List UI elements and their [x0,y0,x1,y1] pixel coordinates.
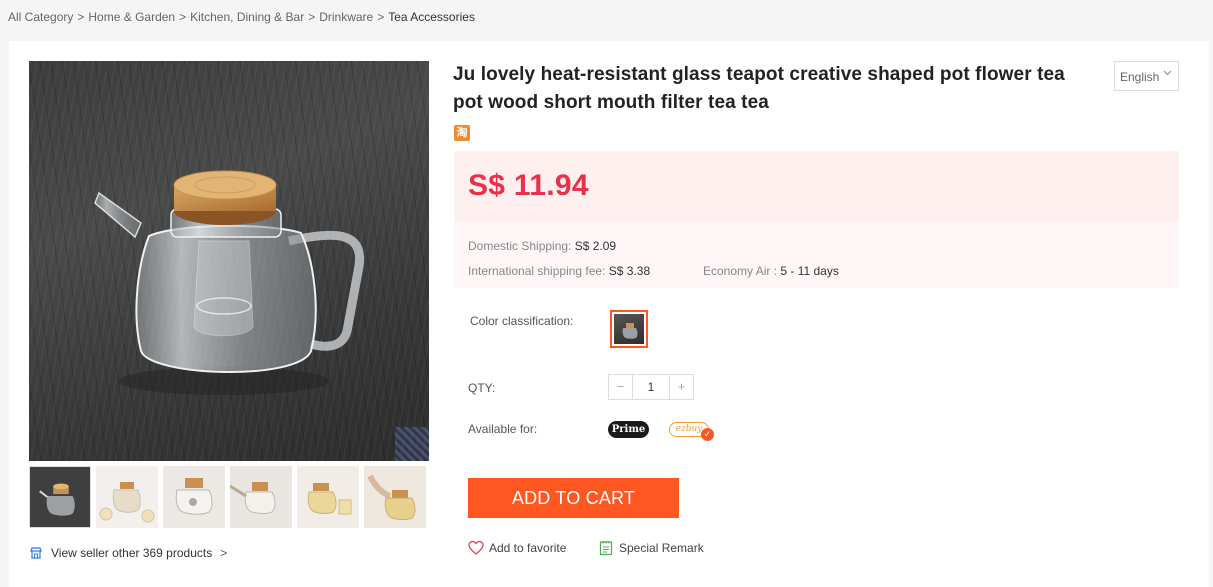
qty-input[interactable] [633,375,669,399]
seller-link-label: View seller other 369 products [51,546,213,560]
breadcrumb-separator: > [179,10,187,24]
domestic-shipping-row: Domestic Shipping: S$ 2.09 [468,239,616,253]
store-icon [30,547,42,559]
taobao-source-icon: 淘 [454,125,470,141]
thumbnail-strip [29,466,429,528]
thumbnail-1[interactable] [29,466,91,528]
breadcrumb-kitchen-dining-bar[interactable]: Kitchen, Dining & Bar [190,10,304,24]
check-icon: ✓ [701,428,714,441]
thumbnail-5[interactable] [297,466,359,528]
breadcrumb-drinkware[interactable]: Drinkware [319,10,373,24]
economy-air-value: 5 - 11 days [780,264,839,278]
international-shipping-row: International shipping fee: S$ 3.38 [468,264,650,278]
thumbnail-image [163,466,225,528]
domestic-shipping-label: Domestic Shipping: [468,239,572,253]
language-selected: English [1120,70,1160,84]
zoom-indicator [395,427,429,461]
qty-plus-button[interactable]: + [669,375,693,399]
thumbnail-image [364,466,426,528]
thumbnail-4[interactable] [230,466,292,528]
product-card: View seller other 369 products > Ju love… [9,41,1209,587]
quantity-stepper: − + [608,374,694,400]
international-shipping-value: S$ 3.38 [608,264,651,278]
breadcrumb: All Category > Home & Garden > Kitchen, Dini… [8,10,475,24]
add-to-favorite-label: Add to favorite [489,541,567,555]
thumbnail-6[interactable] [364,466,426,528]
breadcrumb-separator: > [377,10,385,24]
shipping-panel: Domestic Shipping: S$ 2.09 International… [454,221,1179,288]
thumbnail-3[interactable] [163,466,225,528]
chevron-down-icon [1163,68,1172,79]
prime-badge: Prime [608,421,649,438]
thumbnail-image [297,466,359,528]
thumbnail-2[interactable] [96,466,158,528]
add-to-favorite-link[interactable]: Add to favorite [468,540,566,556]
color-option-image [614,314,644,344]
domestic-shipping-value: S$ 2.09 [574,239,617,253]
breadcrumb-home-garden[interactable]: Home & Garden [88,10,175,24]
thumbnail-image [30,467,90,527]
economy-air-row: Economy Air : 5 - 11 days [703,264,839,278]
breadcrumb-all-category[interactable]: All Category [8,10,73,24]
qty-label: QTY: [468,381,496,395]
chevron-right-icon: > [220,546,228,560]
price-panel: S$ 11.94 [454,151,1179,221]
color-classification-label: Color classification: [470,314,574,328]
heart-icon [468,540,484,555]
color-option-swatch[interactable] [610,310,648,348]
available-for-label: Available for: [468,422,538,436]
product-title: Ju lovely heat-resistant glass teapot cr… [453,64,1065,113]
product-main-image[interactable] [29,61,429,461]
breadcrumb-tea-accessories: Tea Accessories [388,10,475,24]
thumbnail-image [96,466,158,528]
breadcrumb-separator: > [308,10,316,24]
thumbnail-image [230,466,292,528]
notepad-icon [599,541,613,556]
economy-air-label: Economy Air : [703,264,778,278]
product-price: S$ 11.94 [468,169,589,202]
special-remark-link[interactable]: Special Remark [598,540,704,556]
language-select[interactable]: English [1114,61,1179,91]
view-seller-products-link[interactable]: View seller other 369 products > [29,546,227,560]
special-remark-label: Special Remark [619,541,704,555]
breadcrumb-separator: > [77,10,85,24]
international-shipping-label: International shipping fee: [468,264,606,278]
teapot-illustration [94,170,365,395]
qty-minus-button[interactable]: − [609,375,633,399]
add-to-cart-button[interactable]: ADD TO CART [468,478,679,518]
